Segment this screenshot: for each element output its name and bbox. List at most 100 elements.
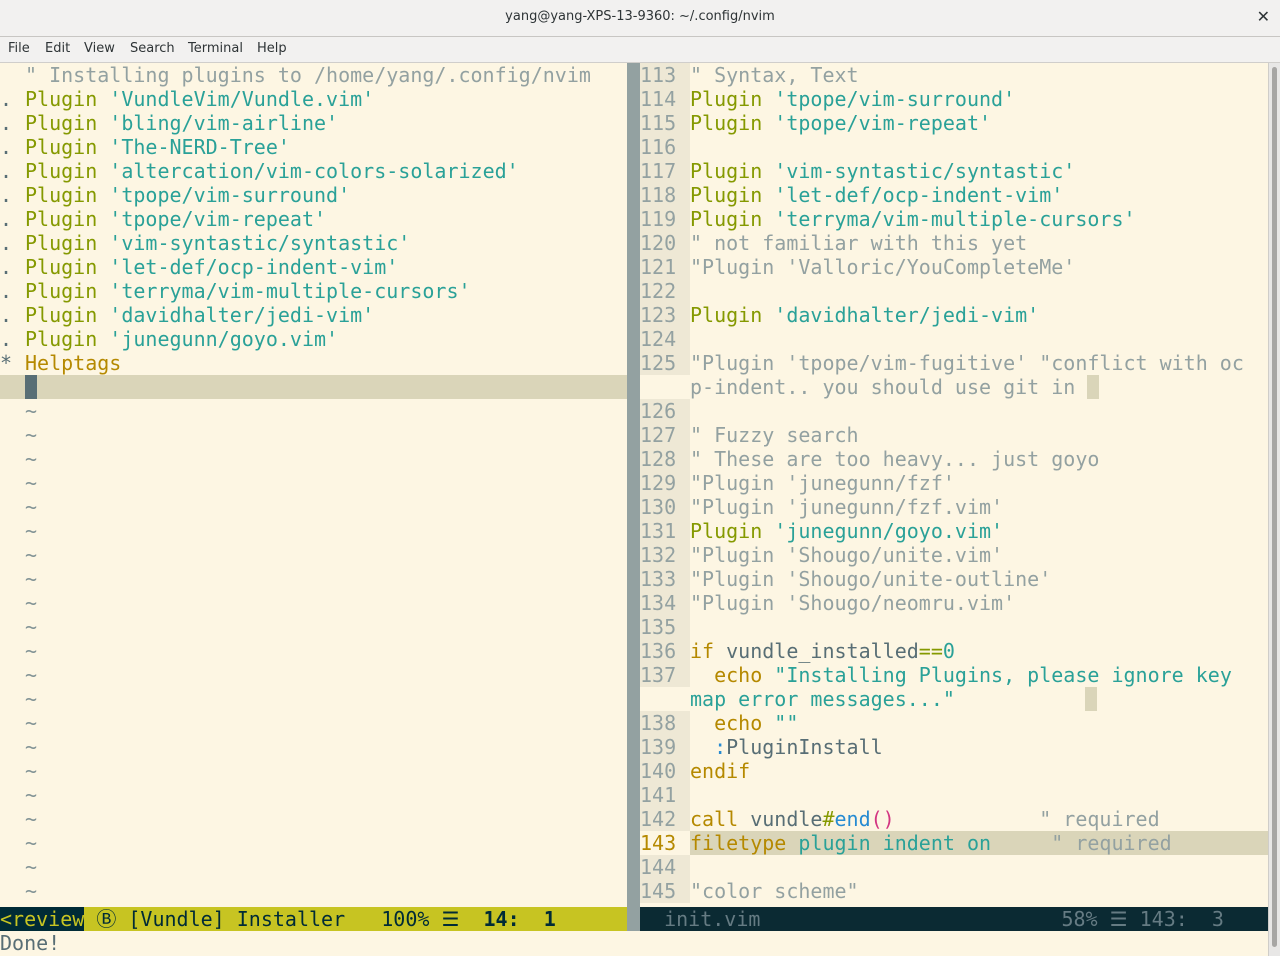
empty-buffer-line: ~ — [0, 471, 627, 495]
status-sign: . — [0, 183, 13, 207]
code-token: " not familiar with this yet — [690, 231, 1028, 255]
close-icon[interactable]: ✕ — [1257, 7, 1270, 26]
scrollbar[interactable] — [1268, 63, 1280, 956]
tilde-marker: ~ — [25, 423, 38, 447]
installer-line: . Plugin 'altercation/vim-colors-solarize… — [0, 159, 627, 183]
code-token: 'tpope/vim-surround' — [774, 87, 1016, 111]
code-line[interactable]: 118 Plugin 'let-def/ocp-indent-vim' — [640, 183, 1268, 207]
empty-buffer-line: ~ — [0, 735, 627, 759]
code-line[interactable]: map error messages..." — [640, 687, 1268, 711]
code-line[interactable]: 125 "Plugin 'tpope/vim-fugitive' "conflic… — [640, 351, 1268, 375]
code-token: Plugin — [25, 135, 110, 159]
code-line[interactable]: 145 "color scheme" — [640, 879, 1268, 903]
code-token: 'terryma/vim-multiple-cursors' — [109, 279, 471, 303]
code-token: 'bling/vim-airline' — [109, 111, 339, 135]
code-line[interactable]: 144 — [640, 855, 1268, 879]
code-token: # — [822, 807, 835, 831]
status-sign: . — [0, 255, 13, 279]
code-token: 'let-def/ocp-indent-vim' — [109, 255, 399, 279]
installer-line: . Plugin 'terryma/vim-multiple-cursors' — [0, 279, 627, 303]
code-line[interactable]: 116 — [640, 135, 1268, 159]
installer-line: . Plugin 'VundleVim/Vundle.vim' — [0, 87, 627, 111]
code-line[interactable]: 142 call vundle#end() " required — [640, 807, 1268, 831]
menu-terminal[interactable]: Terminal — [188, 41, 243, 56]
code-line[interactable]: 113 " Syntax, Text — [640, 63, 1268, 87]
code-token: Plugin — [25, 303, 110, 327]
code-line[interactable]: 136 if vundle_installed==0 — [640, 639, 1268, 663]
empty-buffer-line: ~ — [0, 783, 627, 807]
code-line[interactable]: 128 " These are too heavy... just goyo — [640, 447, 1268, 471]
code-line[interactable]: 131 Plugin 'junegunn/goyo.vim' — [640, 519, 1268, 543]
code-token: map error messages..." — [690, 687, 955, 711]
tilde-marker: ~ — [25, 399, 38, 423]
line-number: 131 — [640, 519, 690, 543]
code-line[interactable]: 126 — [640, 399, 1268, 423]
tilde-marker: ~ — [25, 783, 38, 807]
line-number: 123 — [640, 303, 690, 327]
scrollbar-thumb[interactable] — [1272, 67, 1277, 947]
init-vim-pane[interactable]: 113 " Syntax, Text 114 Plugin 'tpope/vim-su… — [640, 63, 1268, 907]
code-line[interactable]: 115 Plugin 'tpope/vim-repeat' — [640, 111, 1268, 135]
empty-buffer-line: ~ — [0, 447, 627, 471]
menu-help[interactable]: Help — [257, 41, 287, 56]
line-number: 118 — [640, 183, 690, 207]
empty-buffer-line: ~ — [0, 495, 627, 519]
vundle-installer-pane[interactable]: " Installing plugins to /home/yang/.conf… — [0, 63, 627, 907]
code-line[interactable]: 124 — [640, 327, 1268, 351]
code-token: endif — [690, 759, 751, 783]
code-line[interactable]: 122 — [640, 279, 1268, 303]
code-line[interactable]: 121 "Plugin 'Valloric/YouCompleteMe' — [640, 255, 1268, 279]
code-line[interactable]: 133 "Plugin 'Shougo/unite-outline' — [640, 567, 1268, 591]
code-token: 'let-def/ocp-indent-vim' — [774, 183, 1064, 207]
code-token: vundle — [750, 807, 823, 831]
mode-indicator: <review — [0, 907, 85, 931]
code-token: 'tpope/vim-surround' — [109, 183, 351, 207]
installer-line: . Plugin 'The-NERD-Tree' — [0, 135, 627, 159]
code-line[interactable]: 119 Plugin 'terryma/vim-multiple-cursors' — [640, 207, 1268, 231]
code-line[interactable]: 114 Plugin 'tpope/vim-surround' — [640, 87, 1268, 111]
code-line[interactable]: 123 Plugin 'davidhalter/jedi-vim' — [640, 303, 1268, 327]
code-line[interactable]: 134 "Plugin 'Shougo/neomru.vim' — [640, 591, 1268, 615]
code-token: end — [834, 807, 871, 831]
code-token: 'vim-syntastic/syntastic' — [774, 159, 1076, 183]
code-token: Plugin — [25, 327, 110, 351]
code-line[interactable]: 130 "Plugin 'junegunn/fzf.vim' — [640, 495, 1268, 519]
status-sign: . — [0, 111, 13, 135]
menu-edit[interactable]: Edit — [45, 41, 70, 56]
empty-buffer-line: ~ — [0, 855, 627, 879]
code-line[interactable]: 127 " Fuzzy search — [640, 423, 1268, 447]
tilde-marker: ~ — [25, 543, 38, 567]
code-line[interactable]: 135 — [640, 615, 1268, 639]
line-number: 145 — [640, 879, 690, 903]
code-line[interactable]: 132 "Plugin 'Shougo/unite.vim' — [640, 543, 1268, 567]
menu-file[interactable]: File — [8, 41, 30, 56]
code-token: "Plugin 'Shougo/neomru.vim' — [690, 591, 1016, 615]
code-line[interactable]: 117 Plugin 'vim-syntastic/syntastic' — [640, 159, 1268, 183]
empty-buffer-line: ~ — [0, 831, 627, 855]
line-number: 138 — [640, 711, 690, 735]
code-line[interactable]: 143 filetype plugin indent on " required — [640, 831, 1268, 855]
wrap-cursor-placeholder — [1084, 687, 1097, 711]
line-number: 116 — [640, 135, 690, 159]
code-line[interactable]: p-indent.. you should use git in — [640, 375, 1268, 399]
menu-view[interactable]: View — [84, 41, 115, 56]
tilde-marker: ~ — [25, 663, 38, 687]
empty-buffer-line: ~ — [0, 807, 627, 831]
terminal-area[interactable]: " Installing plugins to /home/yang/.conf… — [0, 63, 1268, 956]
code-line[interactable]: 141 — [640, 783, 1268, 807]
line-number: 136 — [640, 639, 690, 663]
code-line[interactable]: 120 " not familiar with this yet — [640, 231, 1268, 255]
code-token: Plugin — [690, 87, 775, 111]
code-line[interactable]: 137 echo "Installing Plugins, please ign… — [640, 663, 1268, 687]
tilde-marker: ~ — [25, 807, 38, 831]
code-line[interactable]: 138 echo "" — [640, 711, 1268, 735]
status-sign: . — [0, 159, 13, 183]
menu-search[interactable]: Search — [130, 41, 175, 56]
code-line[interactable]: 139 :PluginInstall — [640, 735, 1268, 759]
vertical-split[interactable] — [627, 63, 640, 931]
code-line[interactable]: 129 "Plugin 'junegunn/fzf' — [640, 471, 1268, 495]
code-line[interactable]: 140 endif — [640, 759, 1268, 783]
tilde-marker: ~ — [25, 639, 38, 663]
command-line[interactable]: Done! — [0, 931, 1268, 955]
current-line[interactable] — [0, 375, 627, 399]
